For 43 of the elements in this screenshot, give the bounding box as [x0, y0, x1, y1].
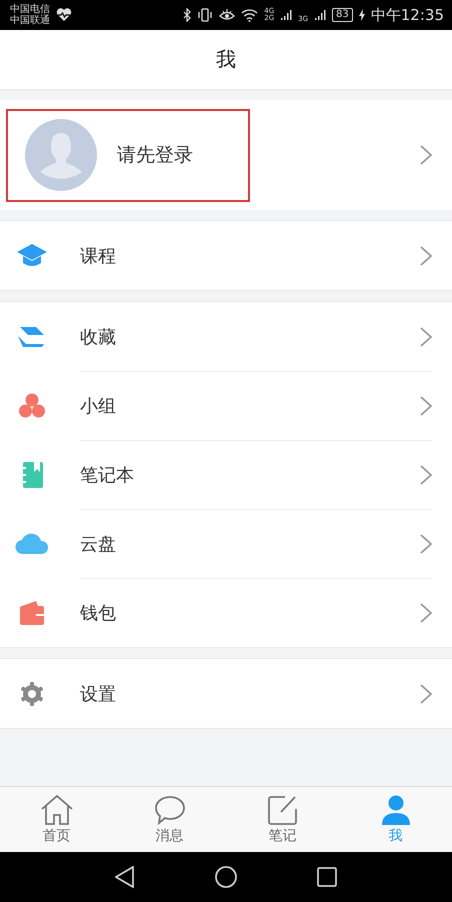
chevron-icon	[420, 145, 432, 165]
menu-item[interactable]: 笔记本	[80, 462, 420, 486]
charging-icon	[358, 9, 365, 21]
recents-icon[interactable]	[317, 867, 337, 887]
menu-item[interactable]: 收藏	[80, 324, 420, 348]
chevron-icon	[420, 534, 432, 554]
bluetooth-icon	[183, 8, 192, 22]
login-prompt[interactable]: 请先登录	[117, 142, 193, 168]
chevron-icon	[420, 246, 432, 266]
chevron-icon	[420, 602, 432, 622]
settings-icon	[19, 680, 45, 706]
signal-icon	[280, 9, 292, 21]
menu-item[interactable]: 云盘	[80, 532, 420, 556]
chevron-icon	[420, 326, 432, 346]
vibrate-icon	[197, 8, 214, 22]
chevron-icon	[420, 464, 432, 484]
battery-level: 83	[332, 8, 353, 22]
tab[interactable]: 首页	[0, 787, 113, 852]
person-icon	[380, 794, 410, 824]
three-circles-icon	[18, 392, 46, 418]
avatar-icon	[25, 119, 97, 191]
clock-time: 中午12:35	[370, 6, 444, 24]
carrier-name: 中国电信	[10, 4, 50, 15]
page-title: 我	[216, 46, 236, 73]
graduation-cap-icon	[16, 242, 48, 268]
chevron-icon	[420, 684, 432, 704]
tab[interactable]: 消息	[113, 787, 226, 852]
wifi-icon	[241, 8, 258, 22]
menu-item[interactable]: 小组	[80, 394, 420, 418]
home-icon	[40, 794, 74, 824]
back-icon[interactable]	[115, 866, 135, 888]
signal-icon	[314, 9, 326, 21]
menu-item[interactable]: 钱包	[80, 600, 420, 624]
chevron-icon	[420, 396, 432, 416]
wallet-icon	[18, 600, 46, 626]
home-button-icon[interactable]	[215, 866, 237, 888]
carrier-name: 中国联通	[10, 15, 50, 26]
edit-icon	[268, 794, 298, 824]
cloud-icon	[15, 532, 49, 554]
heart-rate-icon	[56, 8, 72, 22]
tab[interactable]: 笔记	[226, 787, 339, 852]
chat-bubble-icon	[154, 794, 186, 824]
eye-icon	[219, 8, 236, 22]
